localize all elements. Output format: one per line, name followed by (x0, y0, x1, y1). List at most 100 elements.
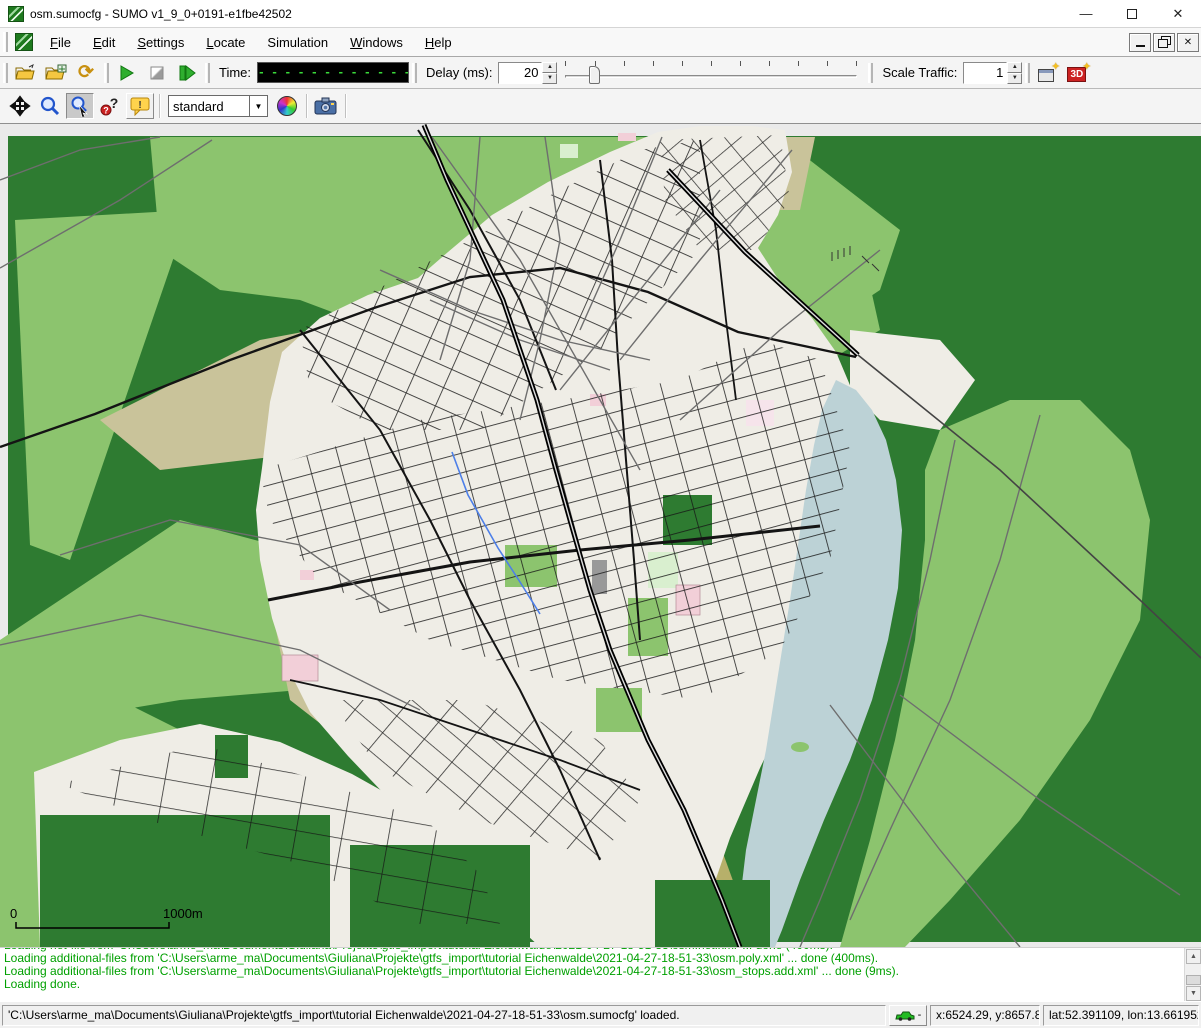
scale-traffic-label: Scale Traffic: (882, 65, 957, 80)
toolbar-separator (306, 94, 307, 118)
toolbar-grip[interactable] (412, 63, 417, 83)
step-button[interactable] (173, 60, 201, 86)
message-log[interactable]: Loading net-file from 'C:\Users\arme_ma\… (0, 947, 1201, 1001)
scroll-up-icon[interactable]: ▲ (1186, 949, 1201, 964)
open-network-button[interactable] (42, 60, 70, 86)
recenter-view-button[interactable] (6, 93, 34, 119)
title-bar: osm.sumocfg - SUMO v1_9_0+0191-e1fbe4250… (0, 0, 1201, 28)
scale-spin-down[interactable]: ▼ (1007, 73, 1022, 84)
slider-handle[interactable] (589, 66, 600, 84)
delay-spinbox: ▲ ▼ (498, 62, 557, 84)
show-messages-button[interactable]: ! (126, 93, 154, 119)
locate-structures-button[interactable] (66, 93, 94, 119)
delay-slider[interactable] (565, 60, 857, 86)
menu-bar: File Edit Settings Locate Simulation Win… (0, 28, 1201, 57)
log-scrollbar[interactable]: ▲ ▼ (1184, 948, 1201, 1001)
reload-button[interactable]: ⟳ (72, 60, 100, 86)
open-config-button[interactable] (12, 60, 40, 86)
network-map: 0 1000m (0, 124, 1201, 947)
new-view-icon: ✦ (1038, 64, 1058, 82)
view-scheme-combobox[interactable]: standard ▼ (168, 95, 268, 117)
scroll-thumb[interactable] (1186, 975, 1201, 985)
slider-ticks (565, 61, 857, 66)
slider-track[interactable] (565, 75, 857, 78)
magnifier-cursor-icon (69, 95, 91, 117)
minimize-button[interactable]: — (1063, 0, 1109, 27)
menu-locate[interactable]: Locate (195, 30, 256, 55)
run-button[interactable] (113, 60, 141, 86)
scale-end-label: 1000m (163, 906, 203, 921)
new-view-button[interactable]: ✦ (1034, 60, 1062, 86)
cursor-coordinates: x:6524.29, y:8657.82 (930, 1005, 1040, 1026)
delay-spin-down[interactable]: ▼ (542, 73, 557, 84)
menu-simulation[interactable]: Simulation (256, 30, 339, 55)
stop-icon (148, 64, 166, 82)
scale-traffic-spinbox: ▲ ▼ (963, 62, 1022, 84)
menu-settings[interactable]: Settings (126, 30, 195, 55)
sumo-app-icon (8, 6, 24, 22)
car-icon (895, 1010, 915, 1021)
stop-button[interactable] (143, 60, 171, 86)
toolbar-grip[interactable] (1025, 63, 1030, 83)
mdi-restore-button[interactable] (1153, 33, 1175, 52)
delay-spin-up[interactable]: ▲ (542, 62, 557, 73)
log-line: Loading done. (4, 978, 1179, 991)
scale-start-label: 0 (10, 906, 17, 921)
toolbar-grip[interactable] (3, 63, 8, 83)
menu-windows[interactable]: Windows (339, 30, 414, 55)
help-question-icon: ? ? (99, 95, 121, 117)
camera-icon (314, 96, 338, 116)
menu-edit[interactable]: Edit (82, 30, 126, 55)
lake-island (791, 742, 809, 752)
window-title: osm.sumocfg - SUMO v1_9_0+0191-e1fbe4250… (30, 7, 292, 21)
maximize-icon (1127, 9, 1137, 19)
step-icon (177, 64, 197, 82)
maximize-button[interactable] (1109, 0, 1155, 27)
reload-icon: ⟳ (78, 61, 94, 84)
view-scheme-value: standard (169, 96, 249, 116)
geo-coordinates: lat:52.391109, lon:13.661952 (1043, 1005, 1199, 1026)
menubar-grip[interactable] (3, 32, 8, 52)
delay-input[interactable] (498, 62, 542, 84)
combobox-arrow-icon[interactable]: ▼ (249, 96, 267, 116)
open-network-icon (45, 64, 67, 82)
mdi-restore-icon (1159, 38, 1169, 46)
menu-file[interactable]: File (39, 30, 82, 55)
menu-help[interactable]: Help (414, 30, 463, 55)
color-wheel-icon (277, 96, 297, 116)
scale-spin-up[interactable]: ▲ (1007, 62, 1022, 73)
move-arrows-icon (9, 95, 31, 117)
sumo-main-window: osm.sumocfg - SUMO v1_9_0+0191-e1fbe4250… (0, 0, 1201, 1028)
map-canvas[interactable]: 0 1000m (0, 124, 1201, 947)
time-label: Time: (219, 65, 251, 80)
message-bubble-icon: ! (129, 96, 151, 116)
mdi-close-button[interactable]: ✕ (1177, 33, 1199, 52)
locate-vehicle-button[interactable]: - (889, 1005, 927, 1026)
simulation-toolbar: ⟳ Time: - - - - - - - - - - - - - - - De… (0, 57, 1201, 89)
toolbar-grip[interactable] (868, 63, 873, 83)
status-bar: 'C:\Users\arme_ma\Documents\Giuliana\Pro… (0, 1001, 1201, 1028)
delay-label: Delay (ms): (426, 65, 492, 80)
open-folder-icon (15, 64, 37, 82)
log-lines: Loading net-file from 'C:\Users\arme_ma\… (4, 947, 1179, 991)
time-display: - - - - - - - - - - - - - - - (257, 62, 409, 83)
svg-text:?: ? (110, 95, 119, 111)
toolbar-grip[interactable] (104, 63, 109, 83)
mdi-minimize-icon (1136, 45, 1145, 47)
svg-text:?: ? (103, 106, 109, 116)
toolbar-separator (159, 94, 160, 118)
mdi-minimize-button[interactable] (1129, 33, 1151, 52)
zoom-button[interactable] (36, 93, 64, 119)
log-line: Loading additional-files from 'C:\Users\… (4, 965, 1179, 978)
close-button[interactable]: ✕ (1155, 0, 1201, 27)
view-toolbar: ? ? ! standard ▼ (0, 89, 1201, 124)
edit-coloring-button[interactable] (273, 93, 301, 119)
scale-traffic-input[interactable] (963, 62, 1007, 84)
new-3d-view-button[interactable]: 3D✦ (1064, 60, 1092, 86)
help-button[interactable]: ? ? (96, 93, 124, 119)
screenshot-button[interactable] (312, 93, 340, 119)
toolbar-separator (345, 94, 346, 118)
scroll-down-icon[interactable]: ▼ (1186, 986, 1201, 1001)
magnifier-icon (39, 95, 61, 117)
toolbar-grip[interactable] (205, 63, 210, 83)
